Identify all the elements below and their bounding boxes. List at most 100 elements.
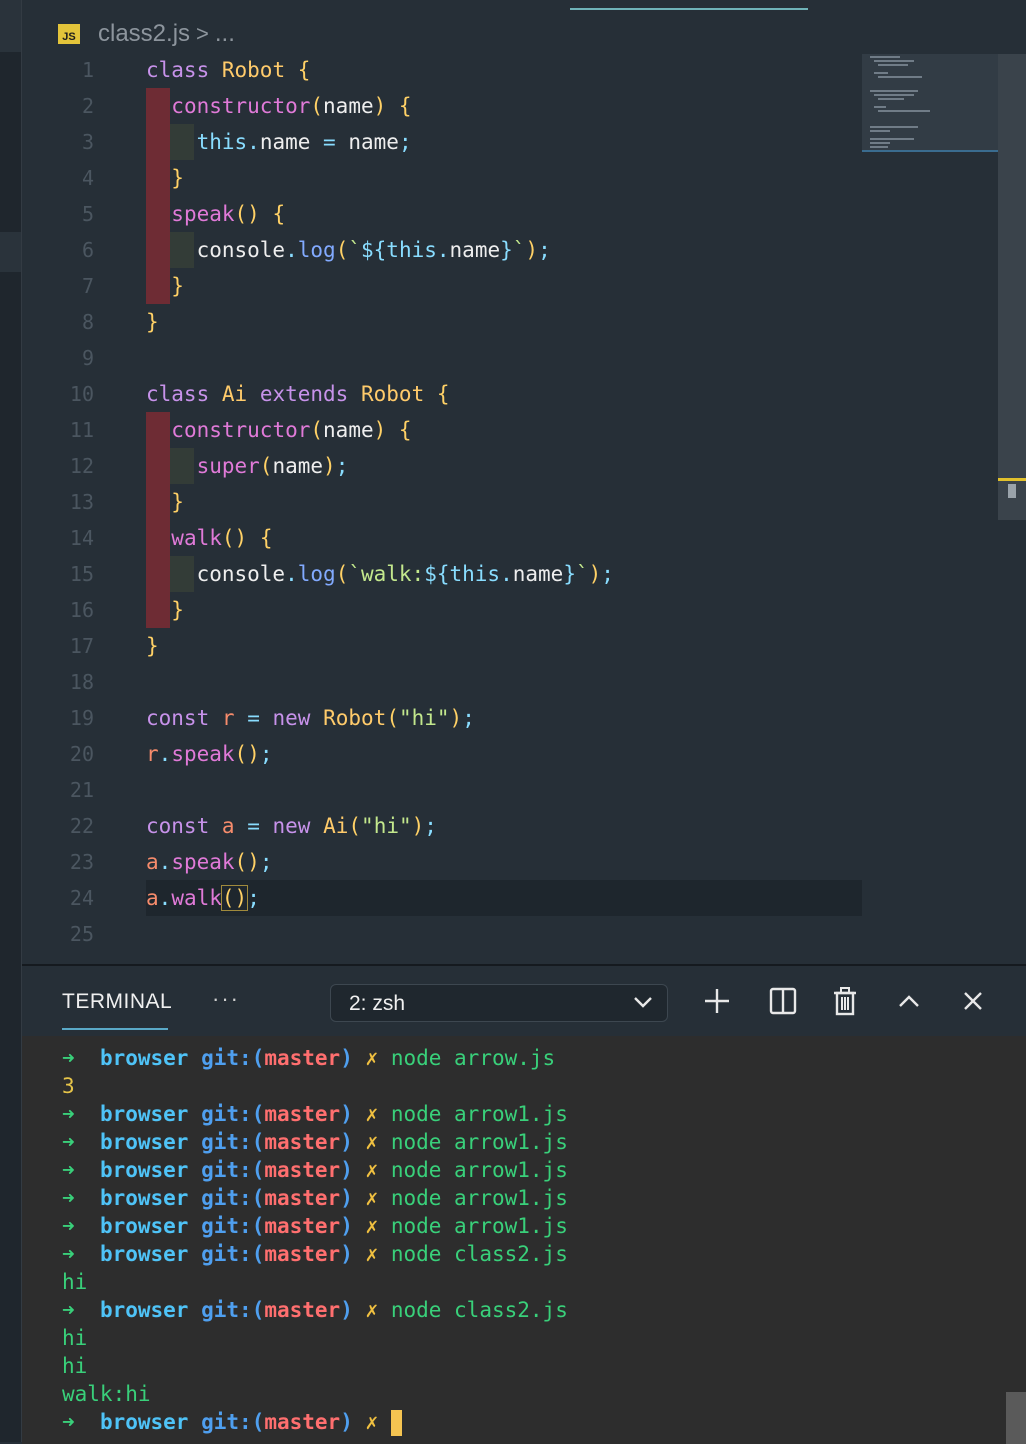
- terminal-prompt-line: ➜ browser git:(master) ✗ node arrow1.js: [62, 1184, 568, 1212]
- prompt-git-suffix: ): [340, 1410, 353, 1434]
- terminal-output[interactable]: ➜ browser git:(master) ✗ node arrow.js 3 ➜…: [22, 1036, 1026, 1444]
- code-line[interactable]: }: [146, 484, 862, 520]
- code-line[interactable]: walk() {: [146, 520, 862, 556]
- maximize-panel-button[interactable]: [894, 986, 924, 1016]
- terminal-select[interactable]: 2: zsh: [330, 984, 668, 1022]
- kill-terminal-button[interactable]: [830, 986, 860, 1016]
- tab-terminal[interactable]: TERMINAL: [62, 990, 172, 1014]
- terminal-output-line: hi: [62, 1268, 87, 1296]
- code-line[interactable]: r.speak();: [146, 736, 862, 772]
- activity-bar-item[interactable]: [0, 0, 21, 52]
- code-line[interactable]: constructor(name) {: [146, 412, 862, 448]
- code-line[interactable]: constructor(name) {: [146, 88, 862, 124]
- terminal-output-line: hi: [62, 1352, 87, 1380]
- line-number: 21: [69, 778, 94, 802]
- code-text: constructor(name) {: [171, 94, 412, 118]
- prompt-git-suffix: ): [340, 1102, 353, 1126]
- close-panel-button[interactable]: [958, 986, 988, 1016]
- prompt-directory: browser: [99, 1410, 189, 1434]
- prompt-git-suffix: ): [340, 1046, 353, 1070]
- terminal-output-text: hi: [62, 1270, 88, 1294]
- code-line[interactable]: this.name = name;: [146, 124, 862, 160]
- prompt-arrow-icon: ➜: [62, 1130, 75, 1154]
- prompt-arrow-icon: ➜: [62, 1410, 75, 1434]
- code-line[interactable]: console.log(`${this.name}`);: [146, 232, 862, 268]
- code-text: const a = new Ai("hi");: [146, 814, 437, 838]
- new-terminal-button[interactable]: [702, 986, 732, 1016]
- chevron-down-icon: [634, 997, 652, 1008]
- chevron-right-icon: >: [196, 21, 209, 46]
- code-text: console.log(`walk:${this.name}`);: [196, 562, 614, 586]
- line-number: 16: [69, 598, 94, 622]
- code-line[interactable]: class Robot {: [146, 52, 862, 88]
- code-line[interactable]: }: [146, 592, 862, 628]
- breadcrumb: JS class2.js > ...: [58, 20, 235, 48]
- code-line[interactable]: a.speak();: [146, 844, 862, 880]
- code-line[interactable]: [146, 772, 862, 808]
- prompt-git-prefix: git:(: [201, 1046, 265, 1070]
- code-text: a.speak();: [146, 850, 273, 874]
- prompt-directory: browser: [99, 1242, 189, 1266]
- code-line[interactable]: const a = new Ai("hi");: [146, 808, 862, 844]
- code-editor[interactable]: class Robot { constructor(name) { this.n…: [146, 52, 862, 952]
- code-line[interactable]: console.log(`walk:${this.name}`);: [146, 556, 862, 592]
- split-terminal-button[interactable]: [768, 986, 798, 1016]
- code-text: r.speak();: [146, 742, 273, 766]
- code-text: class Ai extends Robot {: [146, 382, 450, 406]
- code-line[interactable]: }: [146, 160, 862, 196]
- code-line[interactable]: const r = new Robot("hi");: [146, 700, 862, 736]
- prompt-branch: master: [264, 1214, 341, 1238]
- prompt-git-prefix: git:(: [201, 1298, 265, 1322]
- line-number: 18: [69, 670, 94, 694]
- activity-bar: [0, 0, 22, 1442]
- line-number: 5: [81, 202, 94, 226]
- code-line[interactable]: super(name);: [146, 448, 862, 484]
- terminal-prompt-line: ➜ browser git:(master) ✗ node arrow1.js: [62, 1156, 568, 1184]
- code-text: a.walk();: [146, 885, 260, 911]
- code-line[interactable]: [146, 916, 862, 952]
- prompt-git-prefix: git:(: [201, 1242, 265, 1266]
- terminal-command: node arrow1.js: [390, 1214, 568, 1238]
- breadcrumb-file[interactable]: class2.js: [98, 20, 190, 48]
- line-number: 22: [69, 814, 94, 838]
- line-number: 11: [69, 418, 94, 442]
- scrollbar-cursor-marker: [998, 478, 1026, 481]
- prompt-dirty-icon: ✗: [365, 1046, 379, 1070]
- tab-progress-bar: [570, 8, 808, 10]
- line-number: 3: [81, 130, 94, 154]
- code-line[interactable]: class Ai extends Robot {: [146, 376, 862, 412]
- code-line[interactable]: }: [146, 268, 862, 304]
- editor-scrollbar[interactable]: [998, 54, 1026, 520]
- terminal-prompt-line: ➜ browser git:(master) ✗ node class2.js: [62, 1296, 568, 1324]
- code-line[interactable]: }: [146, 628, 862, 664]
- more-icon[interactable]: ···: [212, 986, 240, 1012]
- terminal-cursor: [390, 1410, 402, 1436]
- minimap[interactable]: [862, 54, 998, 152]
- code-text: walk() {: [171, 526, 273, 550]
- scrollbar-thumb[interactable]: [1008, 484, 1016, 498]
- prompt-branch: master: [264, 1102, 341, 1126]
- prompt-branch: master: [264, 1130, 341, 1154]
- code-text: }: [146, 310, 159, 334]
- terminal-prompt-line: ➜ browser git:(master) ✗ node arrow.js: [62, 1044, 555, 1072]
- terminal-command: node arrow1.js: [390, 1102, 568, 1126]
- prompt-branch: master: [264, 1186, 341, 1210]
- terminal-command: node class2.js: [390, 1298, 568, 1322]
- line-number: 12: [69, 454, 94, 478]
- prompt-git-suffix: ): [340, 1298, 353, 1322]
- code-text: class Robot {: [146, 58, 311, 82]
- code-line[interactable]: }: [146, 304, 862, 340]
- activity-bar-item[interactable]: [0, 232, 21, 272]
- prompt-git-suffix: ): [340, 1242, 353, 1266]
- line-number: 1: [81, 58, 94, 82]
- code-text: }: [171, 274, 184, 298]
- terminal-scrollbar[interactable]: [1006, 1392, 1026, 1444]
- code-line[interactable]: [146, 664, 862, 700]
- code-line[interactable]: a.walk();: [146, 880, 862, 916]
- breadcrumb-more[interactable]: ...: [215, 20, 235, 48]
- code-text: speak() {: [171, 202, 286, 226]
- terminal-output-line: hi: [62, 1324, 87, 1352]
- terminal-prompt-line: ➜ browser git:(master) ✗ node arrow1.js: [62, 1128, 568, 1156]
- code-line[interactable]: [146, 340, 862, 376]
- code-line[interactable]: speak() {: [146, 196, 862, 232]
